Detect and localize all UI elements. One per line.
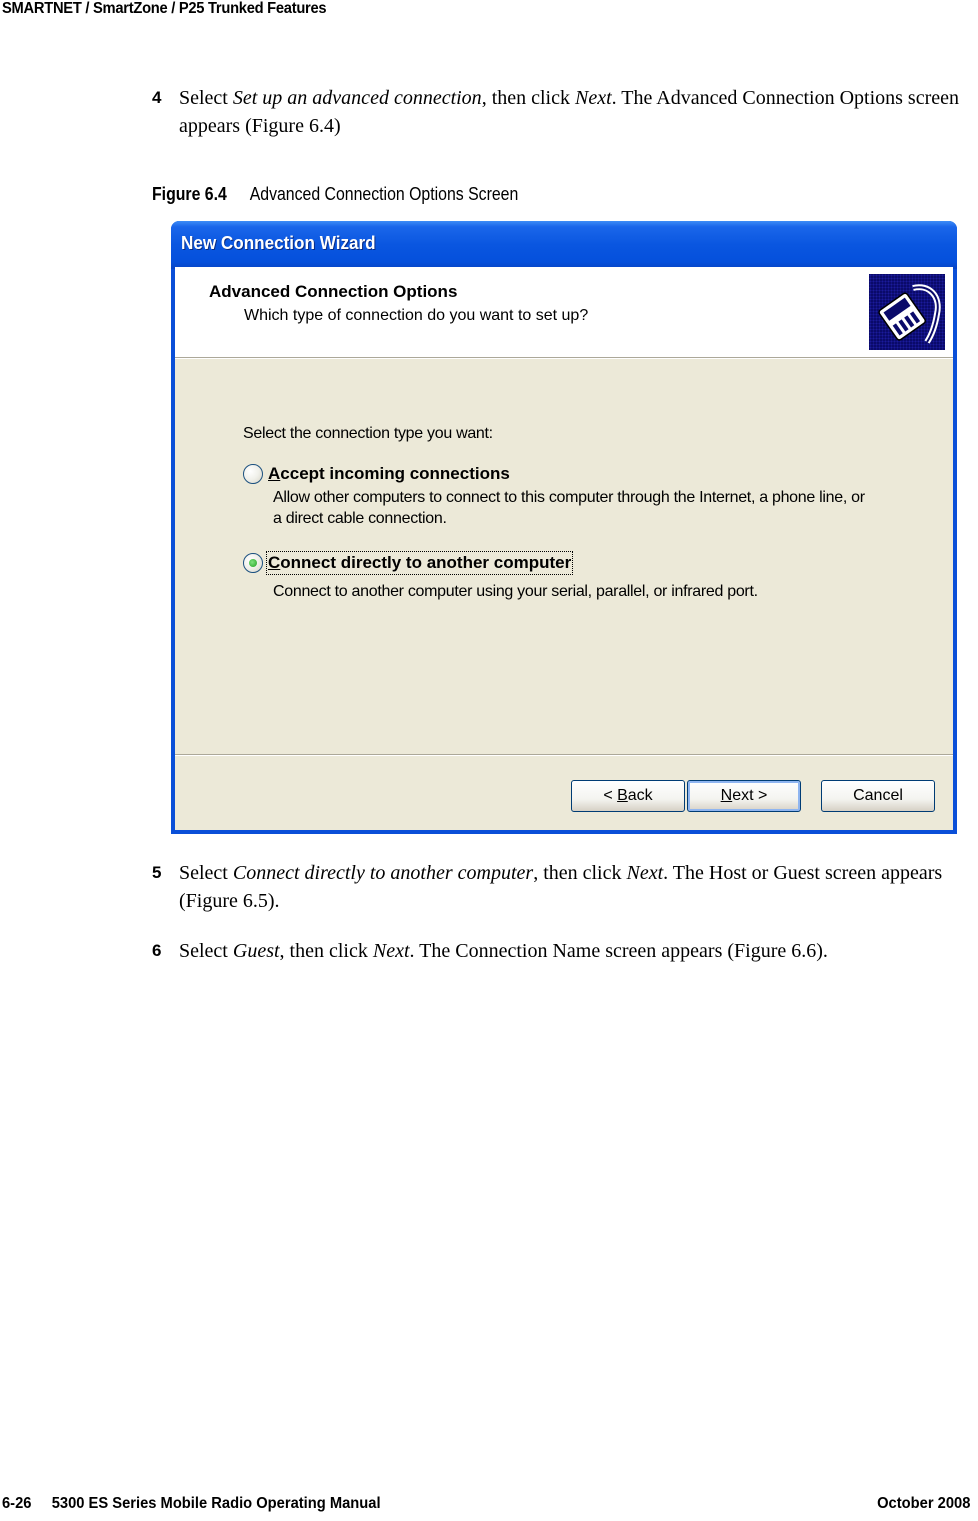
step-emphasis: Connect directly to another computer <box>232 862 534 884</box>
button-text: < <box>603 787 618 804</box>
step-text-part: , then click <box>481 87 575 109</box>
wizard-client-area: Advanced Connection Options Which type o… <box>175 267 953 830</box>
step-text-part: , then click <box>533 862 627 884</box>
manual-title: 5300 ES Series Mobile Radio Operating Ma… <box>51 1495 381 1512</box>
title-bar[interactable]: New Connection Wizard <box>171 221 957 269</box>
step-text: Select Connect directly to another compu… <box>179 859 978 915</box>
page-footer-date: October 2008 <box>876 1495 970 1512</box>
button-text: ack <box>627 787 653 804</box>
figure-caption: Figure 6.4 Advanced Connection Options Sc… <box>152 184 518 205</box>
step-emphasis: Next <box>626 862 664 884</box>
mnemonic-letter: A <box>268 464 281 483</box>
option-label-text: onnect directly to another computer <box>280 553 572 572</box>
page-number: 6-26 <box>2 1495 32 1512</box>
step-emphasis: Guest <box>232 940 280 962</box>
step-number: 6 <box>152 941 162 960</box>
wizard-window: New Connection Wizard Advanced Connectio… <box>171 221 957 834</box>
step-emphasis: Set up an advanced connection <box>232 87 482 109</box>
button-text: ext > <box>732 787 768 804</box>
wizard-heading: Advanced Connection Options <box>209 282 458 301</box>
step-text-part: , then click <box>279 940 373 962</box>
footer-divider <box>175 754 953 756</box>
figure-title: Advanced Connection Options Screen <box>249 184 519 204</box>
wizard-header-banner: Advanced Connection Options Which type o… <box>175 267 953 358</box>
wizard-subheading: Which type of connection do you want to … <box>244 307 589 324</box>
mnemonic-letter: N <box>720 787 733 804</box>
step-text: Select Guest, then click Next. The Conne… <box>179 937 978 965</box>
back-button[interactable]: < Back <box>571 780 685 812</box>
mnemonic-letter: C <box>268 553 281 572</box>
accept-incoming-radio[interactable] <box>243 464 263 484</box>
step-text-part: . The Connection Name screen appears (Fi… <box>409 940 828 962</box>
window-title: New Connection Wizard <box>181 233 376 253</box>
connection-type-prompt: Select the connection type you want: <box>243 425 493 442</box>
connect-directly-description: Connect to another computer using your s… <box>273 583 758 600</box>
step-emphasis: Next <box>575 87 612 109</box>
running-header: SMARTNET / SmartZone / P25 Trunked Featu… <box>2 0 327 17</box>
step-text-part: Select <box>179 87 233 109</box>
connect-directly-radio[interactable] <box>243 553 263 573</box>
step-text-part: Select <box>179 940 233 962</box>
mnemonic-letter: B <box>617 787 628 804</box>
option-label-text: ccept incoming connections <box>280 464 510 483</box>
accept-incoming-label[interactable]: Accept incoming connections <box>268 464 510 484</box>
step-text-part: Select <box>179 862 233 884</box>
step-emphasis: Next <box>372 940 410 962</box>
accept-incoming-description: Allow other computers to connect to this… <box>273 489 865 527</box>
network-cable-icon <box>869 274 945 350</box>
step-text: Select Set up an advanced connection, th… <box>179 84 978 140</box>
figure-label: Figure 6.4 <box>152 184 227 204</box>
cancel-button[interactable]: Cancel <box>821 780 935 812</box>
step-number: 5 <box>152 863 162 882</box>
radio-selected-dot <box>249 559 257 567</box>
page-footer-left: 6-26 5300 ES Series Mobile Radio Operatin… <box>2 1495 381 1513</box>
step-number: 4 <box>152 88 162 107</box>
next-button[interactable]: Next > <box>687 780 801 812</box>
connect-directly-label[interactable]: Connect directly to another computer <box>265 551 574 575</box>
